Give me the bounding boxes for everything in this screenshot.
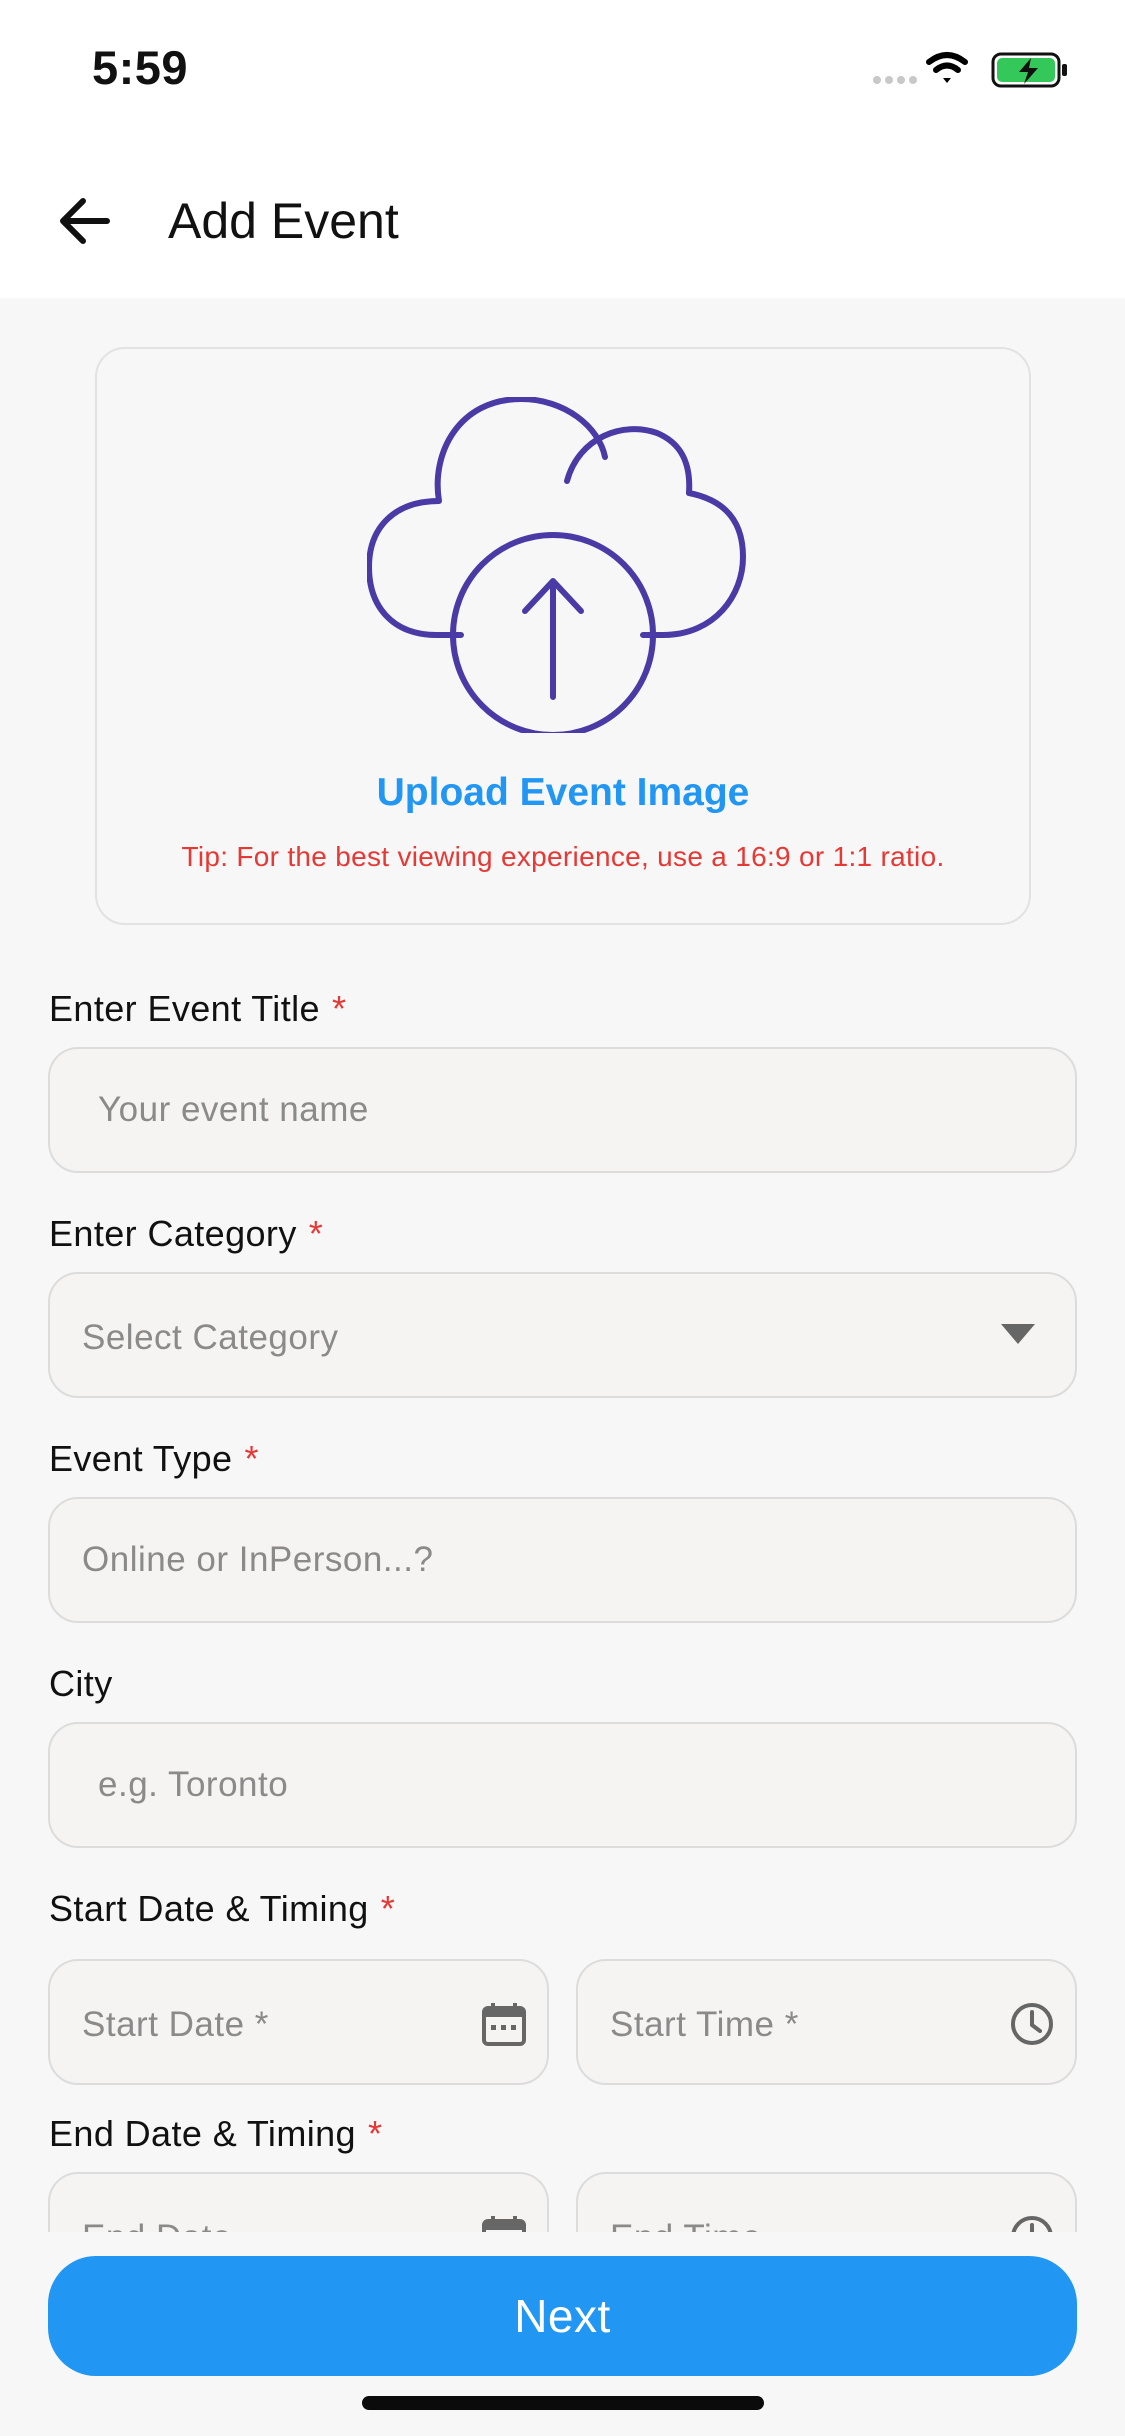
event-type-label-text: Event Type: [49, 1438, 233, 1479]
app-bar: Add Event: [0, 140, 1125, 298]
status-icons: [873, 48, 1083, 92]
status-time: 5:59: [92, 41, 189, 94]
required-asterisk: *: [367, 2113, 383, 2154]
start-time-field[interactable]: Start Time *: [576, 1959, 1077, 2085]
start-date-field[interactable]: Start Date *: [48, 1959, 549, 2085]
event-title-input[interactable]: [48, 1047, 1077, 1173]
category-select[interactable]: Select Category: [48, 1272, 1077, 1398]
event-type-input[interactable]: [48, 1497, 1077, 1623]
home-indicator: [362, 2396, 764, 2410]
start-timing-label-text: Start Date & Timing: [49, 1888, 369, 1929]
upload-image-label[interactable]: Upload Event Image: [97, 771, 1029, 815]
signal-wifi-battery-icon: [873, 52, 1067, 88]
page-title: Add Event: [168, 193, 399, 249]
upload-tip-text: Tip: For the best viewing experience, us…: [181, 841, 945, 872]
city-label-text: City: [49, 1663, 113, 1704]
back-button[interactable]: [48, 184, 122, 258]
event-title-label: Enter Event Title *: [49, 988, 346, 1030]
calendar-icon: [482, 2003, 526, 2046]
upload-image-card[interactable]: Upload Event Image Tip: For the best vie…: [95, 347, 1031, 925]
city-label: City: [49, 1663, 113, 1705]
next-button[interactable]: Next: [48, 2256, 1077, 2376]
start-date-placeholder: Start Date *: [82, 2005, 269, 2044]
required-asterisk: *: [244, 1438, 259, 1479]
start-time-placeholder: Start Time *: [610, 2005, 799, 2044]
arrow-left-icon: [60, 198, 110, 244]
start-timing-label: Start Date & Timing *: [49, 1888, 395, 1930]
end-timing-label-text: End Date & Timing: [49, 2113, 356, 2154]
category-label: Enter Category *: [49, 1213, 323, 1255]
caret-down-icon: [1001, 1324, 1035, 1344]
clock-icon: [1011, 2003, 1053, 2045]
required-asterisk: *: [380, 1888, 396, 1929]
event-title-label-text: Enter Event Title: [49, 988, 320, 1029]
required-asterisk: *: [331, 988, 347, 1029]
city-input[interactable]: [48, 1722, 1077, 1848]
end-timing-label: End Date & Timing *: [49, 2113, 382, 2155]
cloud-upload-icon: [367, 397, 746, 733]
category-select-value: Select Category: [82, 1318, 339, 1357]
status-bar: 5:59: [0, 0, 1125, 140]
category-label-text: Enter Category: [49, 1213, 297, 1254]
required-asterisk: *: [308, 1213, 324, 1254]
event-type-label: Event Type *: [49, 1438, 259, 1480]
